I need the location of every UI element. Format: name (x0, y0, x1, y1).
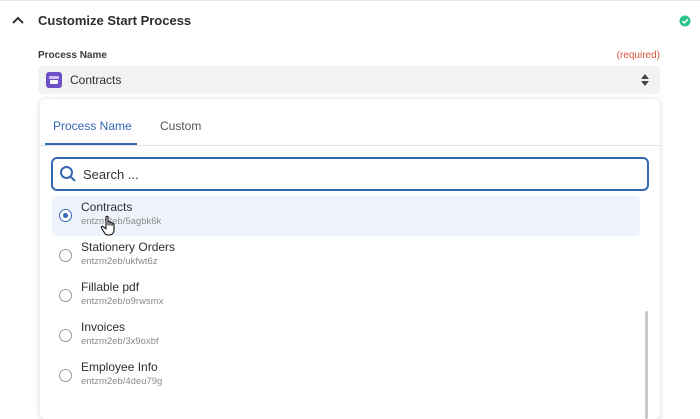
item-id: entzm2eb/5agbk6k (81, 216, 162, 227)
item-id: entzm2eb/4deu79g (81, 376, 163, 387)
process-dropdown: Process Name Custom Contracts entzm2eb/5… (40, 99, 660, 419)
radio-button[interactable] (59, 289, 72, 302)
section-title: Customize Start Process (38, 13, 192, 28)
item-name: Contracts (81, 200, 133, 214)
scrollbar-thumb[interactable] (645, 311, 648, 419)
up-down-arrows-icon (641, 74, 649, 86)
radio-button[interactable] (59, 329, 72, 342)
item-name: Employee Info (81, 360, 158, 374)
item-id: entzm2eb/3x9oxbf (81, 336, 159, 347)
item-id: entzm2eb/o9rwsmx (81, 296, 164, 307)
dropdown-tabs: Process Name Custom (40, 99, 660, 146)
radio-button[interactable] (59, 209, 72, 222)
required-indicator: (required) (616, 50, 660, 61)
item-name: Fillable pdf (81, 280, 140, 294)
tab-process-name[interactable]: Process Name (53, 119, 132, 133)
search-icon (60, 166, 76, 182)
process-name-select[interactable]: Contracts (38, 66, 660, 94)
search-input[interactable] (83, 164, 623, 184)
list-item-invoices[interactable]: Invoices entzm2eb/3x9oxbf (52, 316, 640, 356)
list-item-stationery-orders[interactable]: Stationery Orders entzm2eb/ukfwt6z (52, 236, 640, 276)
app-tile-icon (46, 72, 62, 88)
search-box[interactable] (51, 157, 649, 191)
selected-process: Contracts (70, 73, 122, 87)
active-tab-indicator (45, 143, 137, 145)
radio-button[interactable] (59, 369, 72, 382)
item-name: Invoices (81, 320, 126, 334)
section-header[interactable]: Customize Start Process (0, 0, 700, 40)
item-id: entzm2eb/ukfwt6z (81, 256, 158, 267)
item-name: Stationery Orders (81, 240, 176, 254)
list-item-fillable-pdf[interactable]: Fillable pdf entzm2eb/o9rwsmx (52, 276, 640, 316)
list-item-contracts[interactable]: Contracts entzm2eb/5agbk6k (52, 196, 640, 236)
check-circle-icon (679, 15, 691, 27)
tab-custom[interactable]: Custom (160, 119, 201, 133)
field-label: Process Name (38, 50, 107, 61)
list-item-employee-info[interactable]: Employee Info entzm2eb/4deu79g (52, 356, 640, 396)
radio-button[interactable] (59, 249, 72, 262)
chevron-up-icon[interactable] (10, 14, 26, 26)
